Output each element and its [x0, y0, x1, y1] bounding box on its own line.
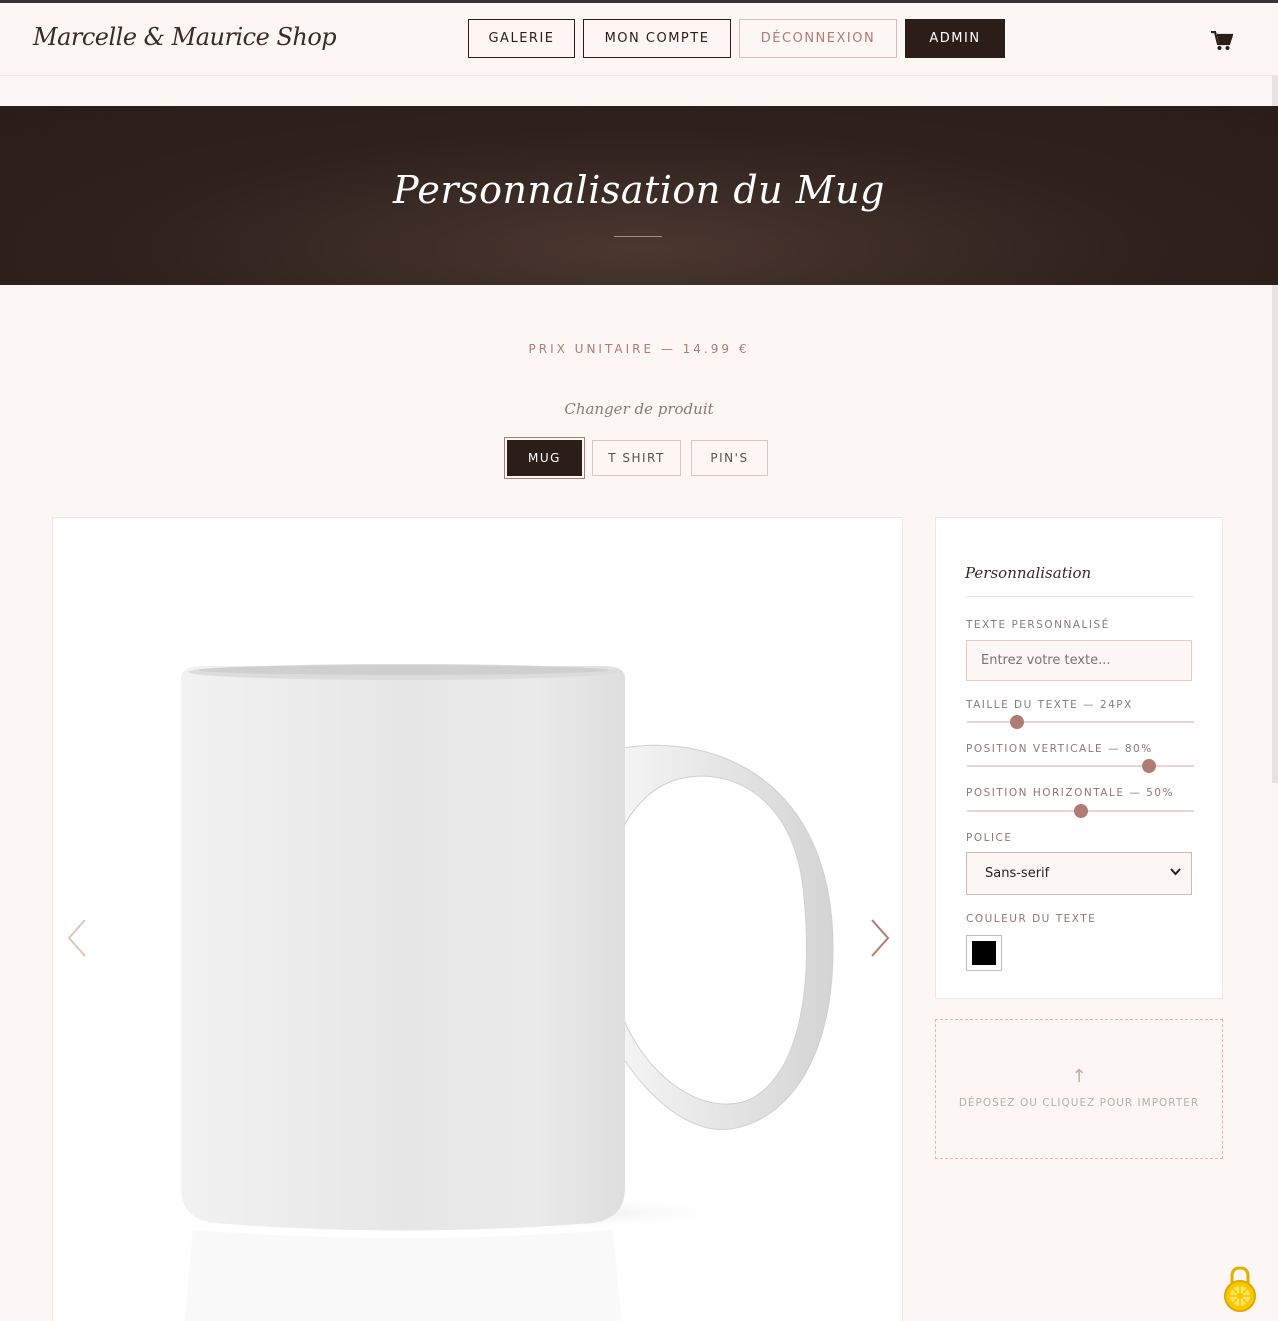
tab-pins[interactable]: PIN'S [691, 440, 768, 476]
horizontal-position-label: POSITION HORIZONTALE — 50% [966, 787, 1174, 799]
nav-galerie-button[interactable]: GALERIE [468, 19, 575, 58]
nav-admin-button[interactable]: ADMIN [905, 19, 1005, 58]
vertical-position-label: POSITION VERTICALE — 80% [966, 743, 1153, 755]
main-nav: GALERIE MON COMPTE DÉCONNEXION ADMIN [468, 19, 1005, 58]
nav-logout-button[interactable]: DÉCONNEXION [739, 19, 897, 58]
text-color-picker[interactable] [966, 935, 1002, 971]
lemon-lock-icon[interactable] [1221, 1265, 1259, 1313]
text-size-slider[interactable] [967, 715, 1194, 729]
hero-banner: Personnalisation du Mug [0, 106, 1278, 285]
tab-mug[interactable]: MUG [507, 440, 582, 476]
panel-divider [965, 596, 1194, 597]
font-select-value: Sans-serif [985, 866, 1050, 881]
text-color-label: COULEUR DU TEXTE [966, 913, 1097, 925]
personalisation-panel: Personnalisation TEXTE PERSONNALISÉ TAIL… [935, 517, 1223, 999]
custom-text-label: TEXTE PERSONNALISÉ [966, 619, 1110, 631]
cart-icon[interactable] [1211, 31, 1233, 51]
product-preview [52, 517, 903, 1321]
nav-account-button[interactable]: MON COMPTE [583, 19, 731, 58]
slider-track [967, 721, 1194, 723]
top-bar: Marcelle & Maurice Shop GALERIE MON COMP… [0, 3, 1278, 76]
chevron-left-icon[interactable] [65, 918, 89, 958]
font-select[interactable]: Sans-serif [966, 852, 1192, 895]
dropzone-text: DÉPOSEZ OU CLIQUEZ POUR IMPORTER [958, 1097, 1200, 1109]
image-upload-dropzone[interactable]: ↑ DÉPOSEZ OU CLIQUEZ POUR IMPORTER [935, 1019, 1223, 1159]
brand-logo[interactable]: Marcelle & Maurice Shop [33, 23, 337, 51]
mug-image [153, 664, 834, 1321]
chevron-down-icon [1170, 868, 1181, 876]
chevron-right-icon[interactable] [868, 918, 892, 958]
title-divider [614, 236, 662, 237]
text-size-label: TAILLE DU TEXTE — 24PX [966, 699, 1133, 711]
change-product-label: Changer de produit [564, 400, 714, 418]
slider-thumb[interactable] [1009, 715, 1024, 729]
vertical-position-slider[interactable] [967, 759, 1194, 773]
upload-arrow-icon: ↑ [1071, 1066, 1087, 1087]
horizontal-position-slider[interactable] [967, 804, 1194, 818]
slider-track [967, 765, 1194, 767]
product-tabs: MUG T SHIRT PIN'S [507, 440, 768, 476]
custom-text-input[interactable] [966, 640, 1192, 681]
tab-tshirt[interactable]: T SHIRT [592, 440, 681, 476]
color-swatch [972, 941, 996, 965]
unit-price: PRIX UNITAIRE — 14.99 € [528, 342, 750, 356]
font-label: POLICE [966, 832, 1013, 844]
slider-thumb[interactable] [1073, 804, 1088, 818]
page-title: Personnalisation du Mug [393, 168, 885, 212]
panel-title: Personnalisation [965, 564, 1092, 582]
slider-thumb[interactable] [1141, 759, 1156, 773]
